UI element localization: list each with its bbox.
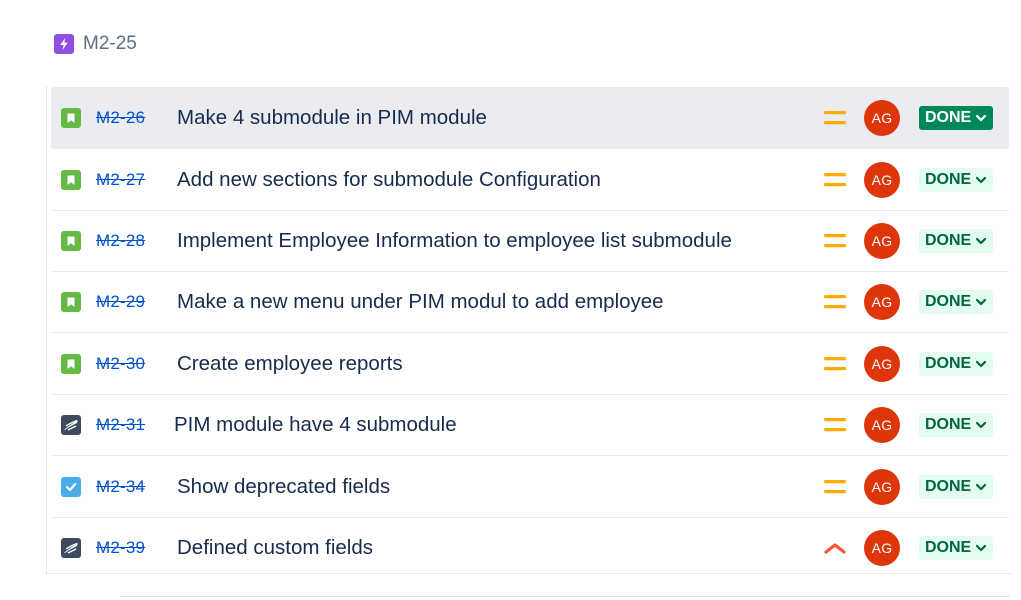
priority-high-icon (822, 536, 848, 560)
issue-summary[interactable]: Make a new menu under PIM modul to add e… (177, 290, 664, 314)
status-label: DONE (925, 231, 972, 249)
priority-medium-icon (822, 290, 848, 314)
story-icon (61, 169, 81, 190)
chevron-down-icon (976, 483, 987, 490)
status-dropdown[interactable]: DONE (919, 412, 994, 437)
issue-key-link[interactable]: M2-30 (96, 354, 145, 374)
chevron-down-icon (976, 114, 987, 121)
status-dropdown[interactable]: DONE (919, 105, 994, 130)
status-dropdown[interactable]: DONE (919, 535, 994, 560)
status-label: DONE (925, 354, 972, 372)
issue-row[interactable]: M2-31 PIM module have 4 submodule AG DON… (51, 394, 1009, 456)
chevron-down-icon (976, 176, 987, 183)
issue-key-link[interactable]: M2-26 (96, 108, 145, 128)
issue-child-list-page: M2-25 M2-26 Make 4 submodule in PIM modu… (0, 0, 1021, 600)
status-dropdown[interactable]: DONE (919, 351, 994, 376)
priority-medium-icon (822, 352, 848, 376)
epic-lightning-icon (54, 34, 74, 54)
issue-summary[interactable]: Implement Employee Information to employ… (177, 229, 732, 253)
assignee-avatar[interactable]: AG (864, 406, 900, 443)
priority-medium-icon (822, 106, 848, 130)
story-icon (61, 353, 81, 374)
priority-medium-icon (822, 413, 848, 437)
assignee-avatar[interactable]: AG (864, 468, 900, 505)
status-label: DONE (925, 292, 972, 310)
parent-issue-link[interactable]: M2-25 (54, 31, 137, 57)
parent-issue-key[interactable]: M2-25 (83, 33, 137, 55)
issue-key-link[interactable]: M2-29 (96, 292, 145, 312)
issue-row[interactable]: M2-39 Defined custom fields AG DONE (51, 517, 1009, 579)
issue-row[interactable]: M2-29 Make a new menu under PIM modul to… (51, 271, 1009, 333)
status-dropdown[interactable]: DONE (919, 228, 994, 253)
assignee-avatar[interactable]: AG (864, 222, 900, 259)
status-dropdown[interactable]: DONE (919, 289, 994, 314)
issue-key-link[interactable]: M2-31 (96, 415, 145, 435)
status-label: DONE (925, 415, 972, 433)
issue-summary[interactable]: Create employee reports (177, 352, 403, 376)
assignee-avatar[interactable]: AG (864, 161, 900, 198)
chevron-down-icon (976, 544, 987, 551)
chevron-down-icon (976, 237, 987, 244)
issue-row[interactable]: M2-28 Implement Employee Information to … (51, 210, 1009, 272)
issue-key-link[interactable]: M2-27 (96, 170, 145, 190)
custom-issue-type-icon (61, 414, 81, 435)
status-label: DONE (925, 108, 972, 126)
story-icon (61, 230, 81, 251)
status-label: DONE (925, 170, 972, 188)
status-dropdown[interactable]: DONE (919, 474, 994, 499)
status-dropdown[interactable]: DONE (919, 167, 994, 192)
status-label: DONE (925, 538, 972, 556)
issue-summary[interactable]: PIM module have 4 submodule (174, 413, 457, 437)
status-label: DONE (925, 477, 972, 495)
issue-row[interactable]: M2-34 Show deprecated fields AG DONE (51, 456, 1009, 518)
issue-summary[interactable]: Show deprecated fields (177, 475, 390, 499)
priority-medium-icon (822, 229, 848, 253)
priority-medium-icon (822, 168, 848, 192)
issue-row[interactable]: M2-30 Create employee reports AG DONE (51, 333, 1009, 395)
divider (120, 596, 1010, 597)
priority-medium-icon (822, 475, 848, 499)
issue-summary[interactable]: Defined custom fields (177, 536, 373, 560)
issue-key-link[interactable]: M2-39 (96, 538, 145, 558)
assignee-avatar[interactable]: AG (864, 529, 900, 566)
assignee-avatar[interactable]: AG (864, 99, 900, 136)
issue-row[interactable]: M2-27 Add new sections for submodule Con… (51, 149, 1009, 211)
issue-summary[interactable]: Add new sections for submodule Configura… (177, 168, 601, 192)
issue-row[interactable]: M2-26 Make 4 submodule in PIM module AG … (51, 87, 1009, 149)
issue-summary[interactable]: Make 4 submodule in PIM module (177, 106, 487, 130)
chevron-down-icon (976, 298, 987, 305)
chevron-down-icon (976, 360, 987, 367)
assignee-avatar[interactable]: AG (864, 283, 900, 320)
chevron-down-icon (976, 421, 987, 428)
task-checkbox-icon (61, 476, 81, 497)
child-issues-list: M2-26 Make 4 submodule in PIM module AG … (46, 86, 1011, 574)
custom-issue-type-icon (61, 537, 81, 558)
issue-key-link[interactable]: M2-28 (96, 231, 145, 251)
story-icon (61, 107, 81, 128)
issue-key-link[interactable]: M2-34 (96, 477, 145, 497)
assignee-avatar[interactable]: AG (864, 345, 900, 382)
story-icon (61, 291, 81, 312)
